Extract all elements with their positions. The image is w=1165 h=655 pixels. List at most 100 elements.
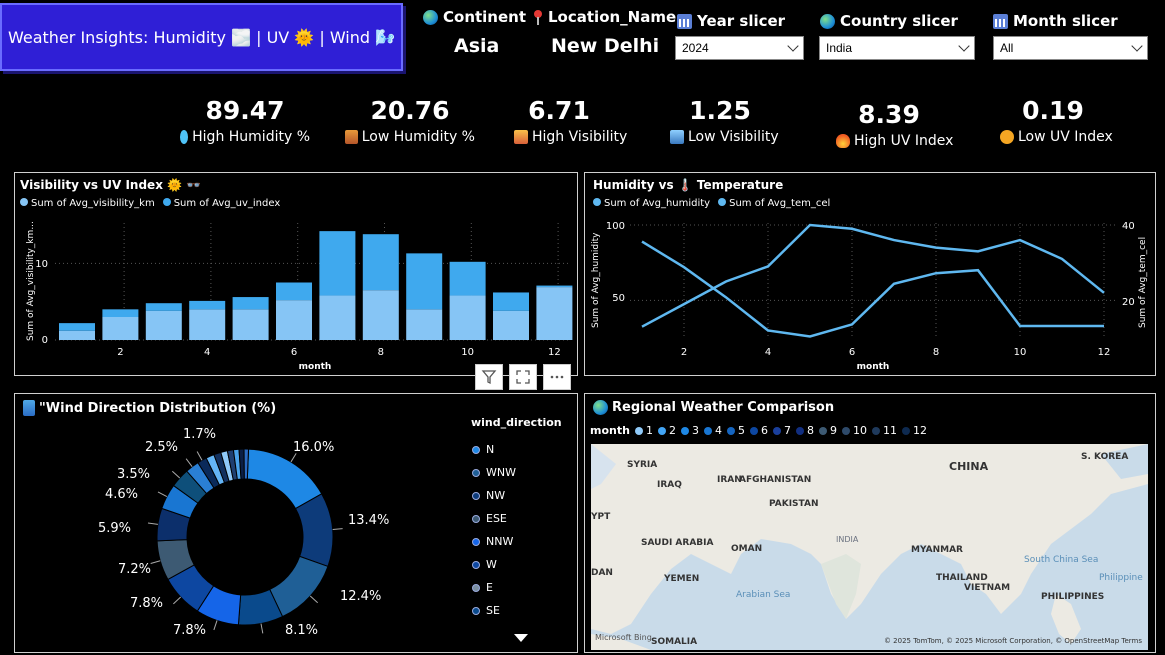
legend-marker	[680, 426, 689, 435]
bar-uv-index[interactable]	[493, 292, 529, 311]
legend-item[interactable]: NNW	[472, 530, 516, 553]
bar-visibility[interactable]	[189, 309, 226, 340]
bar-visibility[interactable]	[449, 295, 486, 340]
leader-line	[171, 470, 181, 479]
bar-visibility[interactable]	[362, 290, 399, 340]
more-icon	[550, 375, 564, 379]
data-label: 7.8%	[130, 596, 163, 611]
kpi-value: 20.76	[370, 96, 450, 125]
humidity-temperature-chart-panel: Humidity vs 🌡️ Temperature Sum of Avg_hu…	[584, 172, 1156, 376]
regional-map-panel: Regional Weather Comparison month 123456…	[584, 393, 1156, 653]
bar-uv-index[interactable]	[232, 297, 269, 310]
bar-uv-index[interactable]	[102, 309, 139, 317]
map-svg[interactable]: SYRIAIRAQ IRANAFGHANISTANPAKISTANCHINAS. …	[591, 444, 1148, 650]
legend-item[interactable]: 3	[680, 424, 699, 437]
bar-uv-index[interactable]	[145, 303, 182, 311]
month-slicer[interactable]: All	[993, 36, 1148, 60]
map-attribution[interactable]: © 2025 TomTom, © 2025 Microsoft Corporat…	[884, 637, 1142, 645]
map-place-label: SAUDI ARABIA	[641, 538, 714, 548]
bar-uv-index[interactable]	[59, 323, 95, 331]
bar-visibility[interactable]	[319, 295, 356, 340]
legend-item[interactable]: 9	[818, 424, 837, 437]
map-place-label: S. KOREA	[1081, 452, 1128, 462]
bar-visibility[interactable]	[59, 330, 95, 340]
bar-visibility[interactable]	[406, 309, 443, 340]
leader-line	[196, 451, 203, 461]
bar-uv-index[interactable]	[536, 285, 573, 288]
bar-uv-index[interactable]	[406, 253, 443, 310]
globe-icon	[423, 9, 438, 25]
legend-item[interactable]: 8	[795, 424, 814, 437]
bar-uv-index[interactable]	[319, 231, 356, 296]
legend-item[interactable]: NW	[472, 484, 516, 507]
bar-uv-index[interactable]	[189, 300, 226, 310]
legend-item[interactable]: 4	[703, 424, 722, 437]
donut-slice[interactable]	[243, 448, 250, 480]
map-canvas[interactable]: SYRIA IRAQ IRAN AFGHANISTAN PAKISTAN CHINA S. …	[591, 444, 1148, 650]
visibility-uv-bar-chart[interactable]: Sum of Avg_visibility_km... 0 10 2 4 6 8 10 1…	[15, 173, 577, 375]
legend-marker	[472, 445, 480, 454]
location-label: Location_Name	[533, 8, 676, 26]
legend-item[interactable]: 5	[726, 424, 745, 437]
legend-label: 3	[691, 424, 699, 437]
y-axis-left-label: Sum of Avg_humidity	[591, 232, 601, 328]
legend-label: 11	[882, 424, 897, 437]
legend-marker	[472, 468, 480, 477]
leader-line	[185, 458, 193, 467]
bar-visibility[interactable]	[536, 287, 573, 340]
sunrise-icon	[514, 130, 528, 144]
bar-visibility[interactable]	[493, 310, 529, 340]
y-left-tick: 50	[612, 293, 625, 304]
legend-item[interactable]: E	[472, 576, 516, 599]
legend-item[interactable]: 2	[657, 424, 676, 437]
more-options-button[interactable]	[543, 364, 571, 390]
map-place-label: DAN	[591, 568, 613, 578]
legend-marker	[871, 426, 880, 435]
bing-logo[interactable]: Microsoft Bing	[595, 633, 652, 642]
legend-item[interactable]: W	[472, 553, 516, 576]
y-right-tick: 20	[1122, 297, 1135, 308]
legend-item[interactable]: 7	[772, 424, 791, 437]
location-value: New Delhi	[551, 35, 660, 57]
visibility-uv-chart-panel: Visibility vs UV Index 🌞 👓 Sum of Avg_vi…	[14, 172, 578, 376]
year-slicer[interactable]: 2024	[675, 36, 804, 60]
wind-legend: N WNW NW ESE NNW W E SE	[472, 438, 516, 622]
bar-uv-index[interactable]	[276, 282, 312, 301]
country-slicer[interactable]: India	[819, 36, 975, 60]
kpi-value: 6.71	[528, 96, 590, 125]
legend-item[interactable]: 10	[841, 424, 867, 437]
legend-item[interactable]: 6	[749, 424, 768, 437]
legend-marker	[772, 426, 781, 435]
focus-mode-button[interactable]	[509, 364, 537, 390]
legend-marker	[841, 426, 850, 435]
legend-item[interactable]: N	[472, 438, 516, 461]
humidity-temperature-line-chart[interactable]: Sum of Avg_humidity Sum of Avg_tem_cel 5…	[585, 173, 1155, 375]
sun-icon	[1000, 130, 1014, 144]
y-right-tick: 40	[1122, 221, 1135, 232]
x-tick-label: 4	[204, 347, 210, 358]
bar-visibility[interactable]	[276, 300, 312, 340]
calendar-icon	[993, 13, 1008, 29]
legend-item[interactable]: ESE	[472, 507, 516, 530]
bar-visibility[interactable]	[232, 309, 269, 340]
bar-visibility[interactable]	[145, 310, 182, 340]
globe-icon	[820, 13, 835, 29]
map-place-label: VIETNAM	[964, 583, 1010, 593]
scroll-down-icon[interactable]	[514, 634, 528, 642]
legend-item[interactable]: 12	[901, 424, 927, 437]
legend-label: 12	[912, 424, 927, 437]
legend-label: 9	[829, 424, 837, 437]
legend-label: NNW	[486, 535, 514, 548]
legend-item[interactable]: SE	[472, 599, 516, 622]
legend-item[interactable]: 11	[871, 424, 897, 437]
temperature-line[interactable]	[641, 223, 1105, 328]
bar-visibility[interactable]	[102, 317, 139, 340]
bar-uv-index[interactable]	[362, 234, 399, 291]
map-place-label: THAILAND	[936, 573, 988, 583]
legend-item[interactable]: WNW	[472, 461, 516, 484]
legend-item[interactable]: 1	[634, 424, 653, 437]
filter-button[interactable]	[475, 364, 503, 390]
leader-line	[157, 491, 168, 497]
bar-uv-index[interactable]	[449, 261, 486, 296]
kpi-value: 89.47	[205, 96, 285, 125]
